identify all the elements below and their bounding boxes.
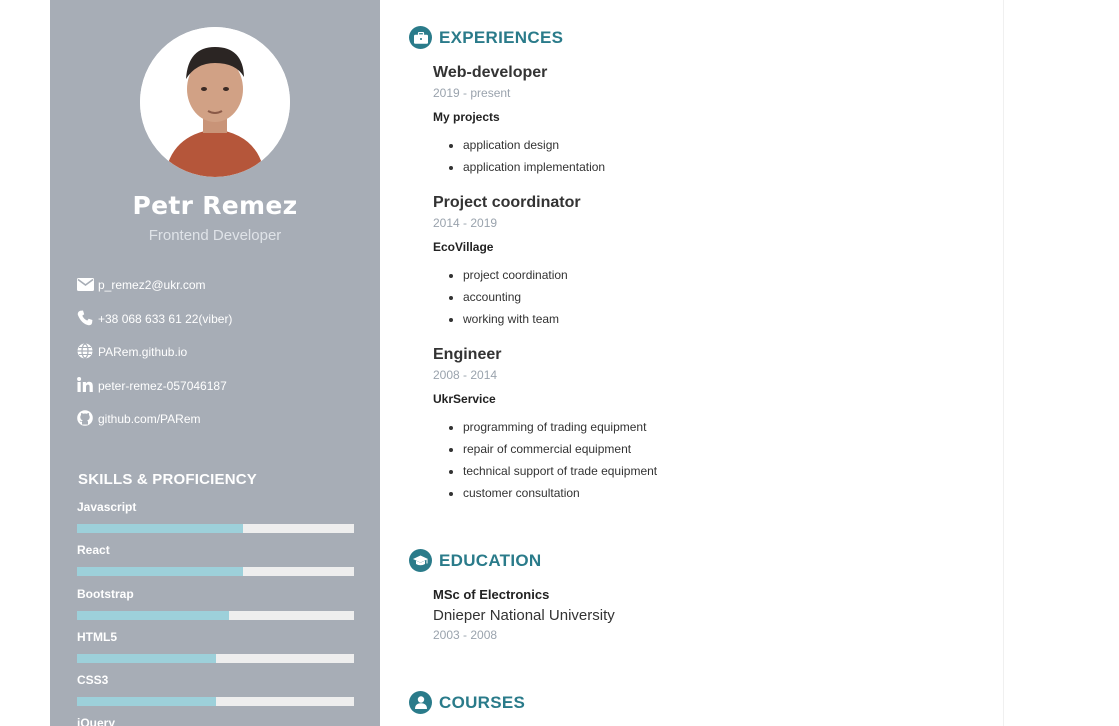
github-link[interactable]: github.com/PARem	[98, 410, 201, 428]
skill-label: CSS3	[77, 673, 109, 688]
email-link[interactable]: p_remez2@ukr.com	[98, 276, 206, 294]
skill-fill	[77, 610, 230, 620]
content-border	[1003, 0, 1004, 726]
skill-item: CSS3	[77, 673, 354, 716]
skill-fill	[77, 524, 244, 533]
contact-linkedin: peter-remez-057046187	[76, 377, 232, 411]
job-dates: 2008 - 2014	[433, 368, 498, 382]
skill-bar	[77, 653, 354, 663]
globe-icon	[76, 343, 94, 359]
courses-title: COURSES	[439, 692, 526, 712]
linkedin-link[interactable]: peter-remez-057046187	[98, 377, 227, 395]
job-task: application design	[463, 138, 993, 160]
courses-header: COURSES	[409, 691, 525, 714]
contact-email: p_remez2@ukr.com	[76, 276, 232, 310]
briefcase-icon	[409, 26, 432, 49]
envelope-icon	[76, 276, 94, 292]
job-dates: 2014 - 2019	[433, 216, 498, 230]
skill-item: Javascript	[77, 500, 354, 543]
skill-fill	[77, 697, 216, 707]
skill-fill	[77, 653, 216, 663]
job-tasks: application design application implement…	[433, 138, 993, 182]
skills-title: SKILLS & PROFICIENCY	[78, 471, 258, 488]
skill-item: Bootstrap	[77, 587, 354, 630]
job-task: repair of commercial equipment	[463, 442, 993, 464]
job-company: EcoVillage	[433, 240, 494, 254]
job-item: Engineer 2008 - 2014 UkrService programm…	[433, 346, 993, 508]
job-item: Project coordinator 2014 - 2019 EcoVilla…	[433, 194, 993, 334]
job-task: customer consultation	[463, 486, 993, 508]
experiences-title: EXPERIENCES	[439, 27, 564, 47]
contact-website: PARem.github.io	[76, 343, 232, 377]
job-dates: 2019 - present	[433, 86, 511, 100]
education-dates: 2003 - 2008	[433, 628, 498, 642]
skill-item: React	[77, 543, 354, 586]
phone-icon	[76, 310, 94, 326]
education-header: EDUCATION	[409, 549, 542, 572]
profile-tagline: Frontend Developer	[148, 227, 282, 244]
skill-bar	[77, 567, 354, 577]
avatar	[140, 27, 290, 177]
graduation-cap-icon	[409, 549, 432, 572]
skill-fill	[77, 567, 244, 577]
job-task: project coordination	[463, 268, 993, 290]
skill-label: Bootstrap	[77, 586, 134, 601]
skill-bar	[77, 610, 354, 620]
job-company: My projects	[433, 110, 500, 124]
skill-label: jQuery	[77, 716, 116, 726]
skill-label: HTML5	[77, 629, 117, 644]
phone-link[interactable]: +38 068 633 61 22(viber)	[98, 310, 232, 328]
github-icon	[76, 410, 94, 426]
experiences-header: EXPERIENCES	[409, 26, 563, 49]
skill-item: HTML5	[77, 630, 354, 673]
job-task: working with team	[463, 312, 993, 334]
skill-label: Javascript	[77, 500, 137, 514]
skills-list: Javascript React Bootstrap HTML5 CSS3 jQ…	[77, 500, 354, 726]
education-degree: MSc of Electronics	[433, 587, 550, 602]
job-task: accounting	[463, 290, 993, 312]
job-tasks: programming of trading equipment repair …	[433, 420, 993, 508]
skill-bar	[77, 697, 354, 707]
job-tasks: project coordination accounting working …	[433, 268, 993, 334]
sidebar: Petr Remez Frontend Developer p_remez2@u…	[50, 0, 380, 726]
skill-bar	[77, 524, 354, 533]
profile-photo	[140, 27, 290, 177]
website-link[interactable]: PARem.github.io	[98, 343, 187, 361]
job-title: Engineer	[433, 346, 502, 363]
education-school: Dnieper National University	[433, 607, 615, 624]
education-title: EDUCATION	[439, 550, 542, 570]
job-task: application implementation	[463, 160, 993, 182]
education-item: MSc of Electronics Dnieper National Univ…	[433, 587, 615, 642]
contact-phone: +38 068 633 61 22(viber)	[76, 310, 232, 344]
job-item: Web-developer 2019 - present My projects…	[433, 64, 993, 182]
job-title: Web-developer	[433, 64, 548, 81]
profile-name: Petr Remez	[132, 191, 298, 220]
job-task: technical support of trade equipment	[463, 464, 993, 486]
skill-item: jQuery	[77, 716, 354, 726]
skill-label: React	[77, 543, 110, 558]
job-task: programming of trading equipment	[463, 420, 993, 442]
linkedin-icon	[76, 377, 94, 393]
job-title: Project coordinator	[433, 194, 581, 211]
contact-list: p_remez2@ukr.com +38 068 633 61 22(viber…	[76, 276, 232, 444]
job-company: UkrService	[433, 392, 496, 406]
user-icon	[409, 691, 432, 714]
contact-github: github.com/PARem	[76, 410, 232, 444]
